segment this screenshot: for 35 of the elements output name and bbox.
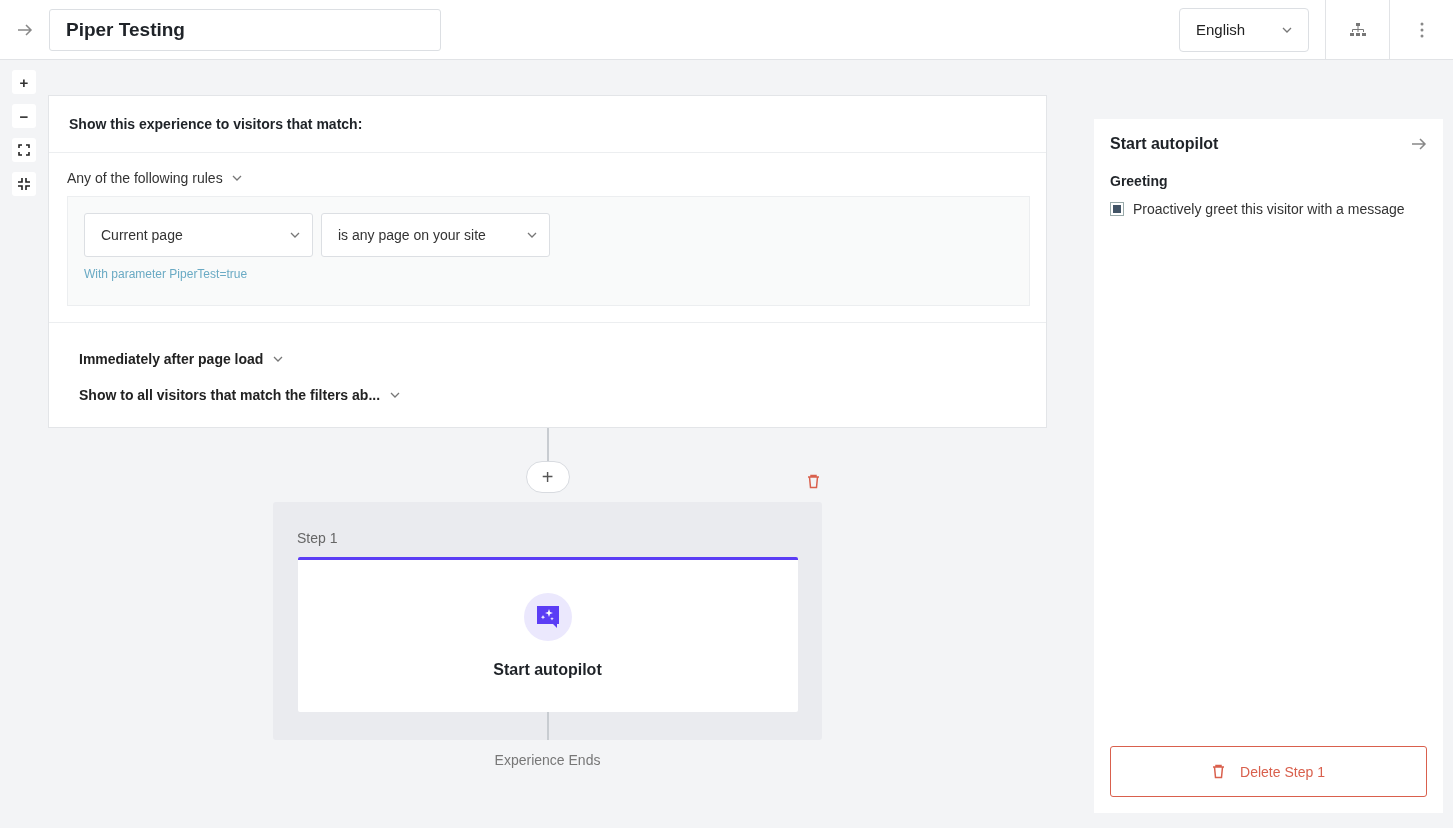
checkbox-label: Proactively greet this visitor with a message	[1133, 201, 1405, 217]
condition-dropdown[interactable]: is any page on your site	[321, 213, 550, 257]
language-dropdown[interactable]: English	[1179, 7, 1309, 52]
arrow-right-icon[interactable]	[16, 23, 33, 36]
sparkle-chat-icon	[535, 605, 560, 629]
fit-screen-icon[interactable]	[18, 144, 30, 156]
timing-dropdown[interactable]: Immediately after page load	[79, 351, 284, 367]
zoom-button[interactable]: −	[12, 104, 36, 128]
chevron-down-icon	[527, 232, 537, 238]
sitemap-icon[interactable]	[1349, 22, 1366, 37]
chevron-down-icon	[273, 356, 284, 362]
parameter-note: With parameter PiperTest=true	[84, 267, 249, 281]
field-dropdown[interactable]: Current page	[84, 213, 313, 257]
section-heading: Greeting	[1110, 173, 1169, 189]
checkbox[interactable]	[1110, 202, 1124, 216]
end-label: Experience Ends	[494, 752, 601, 768]
panel-title: Start autopilot	[1110, 135, 1219, 153]
title-field[interactable]: Piper Testing	[49, 8, 441, 51]
collapse-icon[interactable]	[18, 178, 30, 190]
card-heading: Show this experience to visitors that match:	[49, 96, 1046, 153]
step-label: Step 1	[297, 530, 338, 546]
delete-step-button[interactable]: Delete Step 1	[1110, 746, 1427, 797]
zoom-button[interactable]: +	[12, 70, 36, 94]
chevron-down-icon	[390, 392, 401, 398]
step-card[interactable]: Start autopilot	[297, 557, 798, 712]
more-vertical-icon[interactable]	[1419, 21, 1424, 38]
chevron-down-icon	[231, 175, 242, 181]
chevron-down-icon	[290, 232, 300, 238]
trash-icon[interactable]	[1212, 764, 1226, 779]
chevron-down-icon	[1282, 26, 1292, 33]
arrow-right-icon[interactable]	[1411, 138, 1427, 150]
timing-dropdown[interactable]: Show to all visitors that match the filters ab...	[79, 387, 401, 403]
step-title: Start autopilot	[493, 661, 602, 679]
match-mode-dropdown[interactable]: Any of the following rules	[67, 170, 242, 186]
add-step-button[interactable]: +	[525, 461, 570, 493]
